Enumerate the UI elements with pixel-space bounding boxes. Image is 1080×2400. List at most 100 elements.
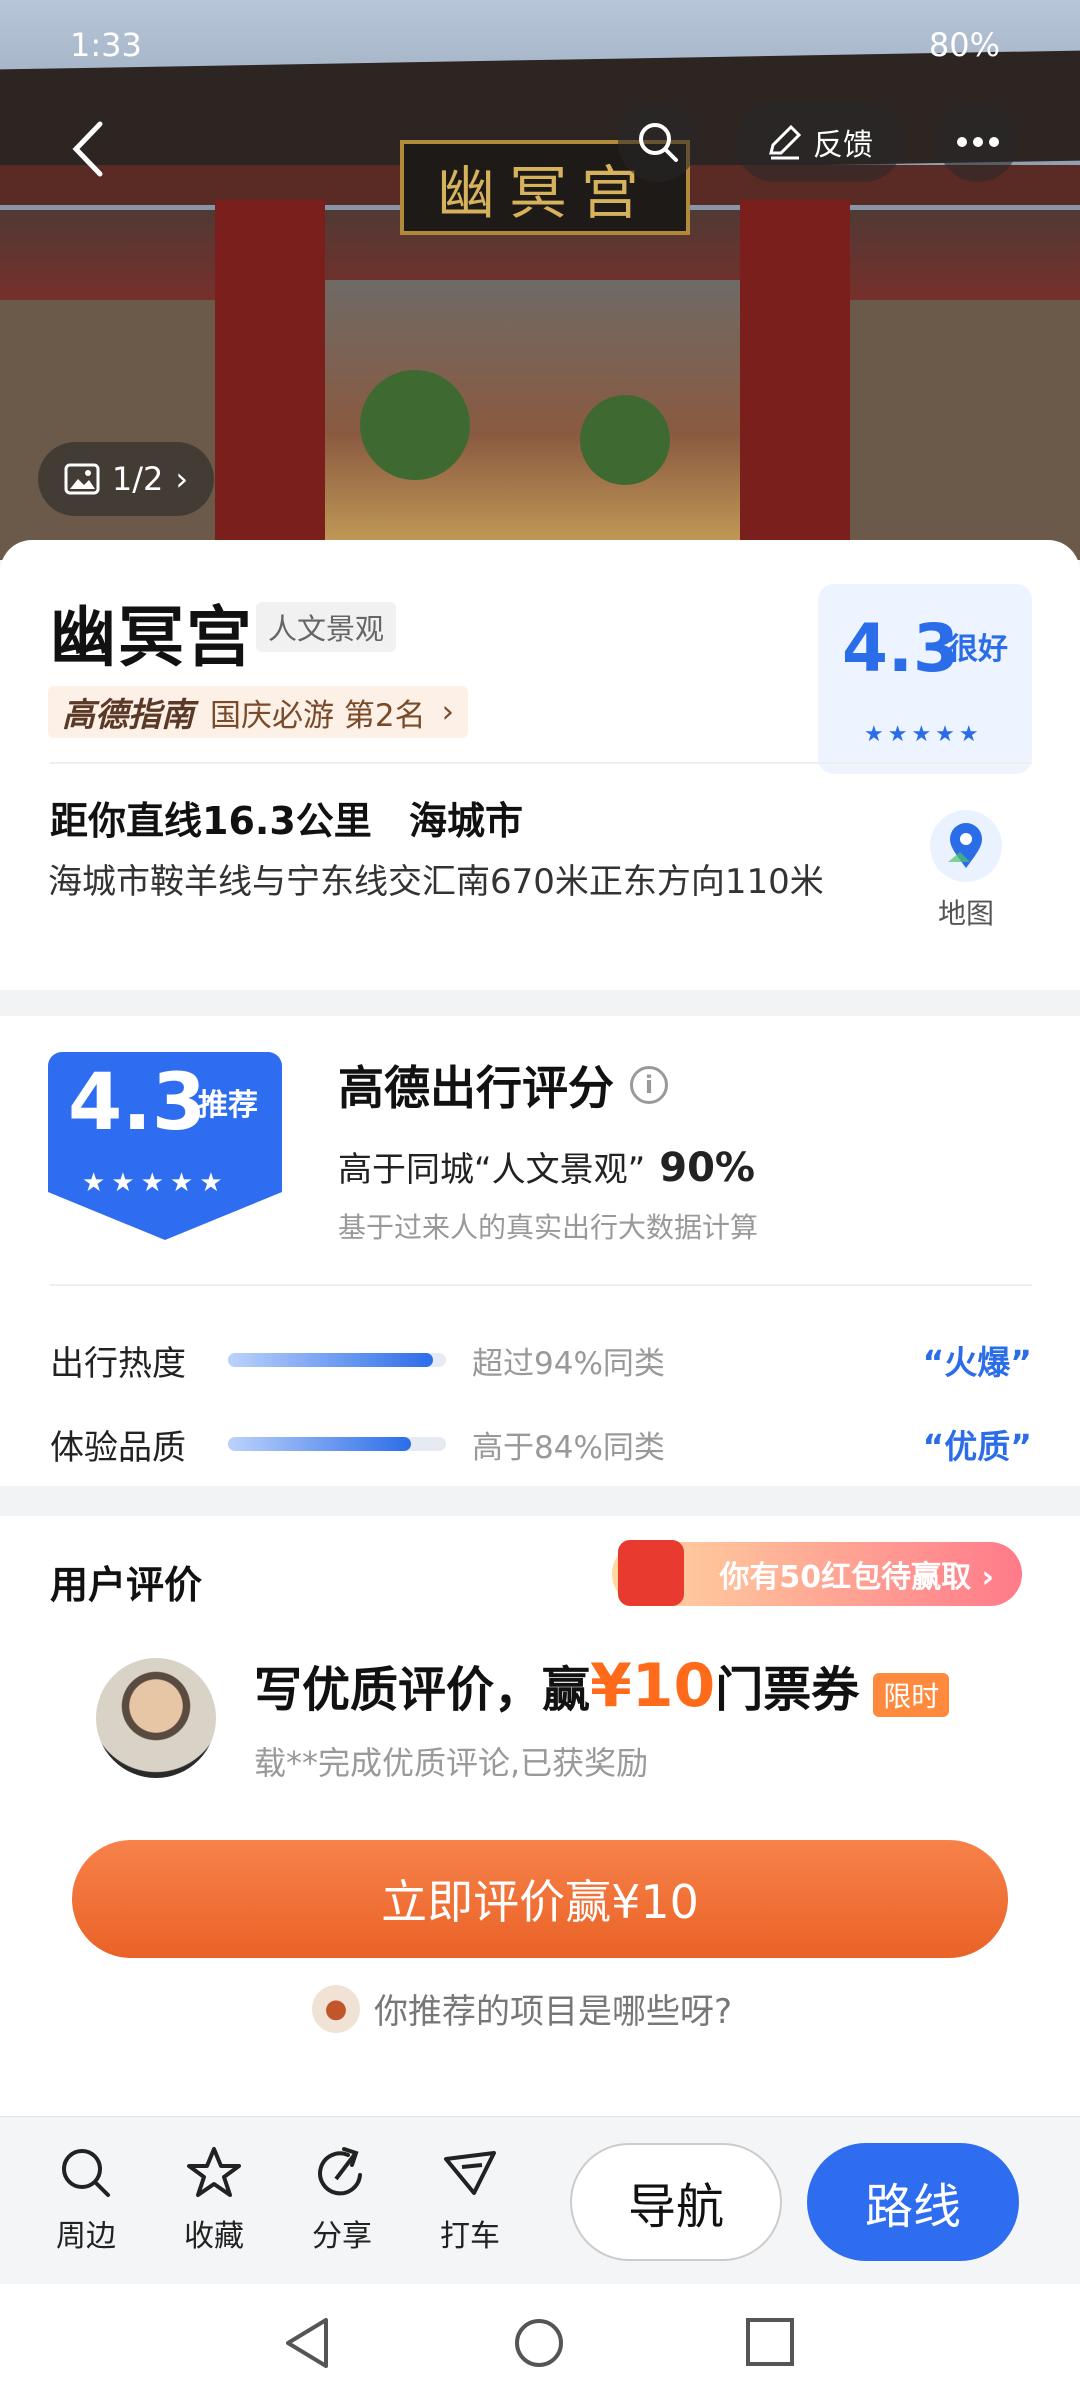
hero-tree: [580, 395, 670, 485]
nav-back-icon[interactable]: [282, 2316, 332, 2370]
chevron-right-icon: ›: [175, 460, 189, 498]
hero-wall-left: [0, 300, 215, 560]
city-text: 海城市: [409, 799, 524, 843]
rank-tag[interactable]: 高德指南 国庆必游 第2名 ›: [48, 686, 468, 738]
share-icon: [318, 2147, 362, 2196]
metric-bar-fill: [228, 1437, 412, 1451]
write-review-button[interactable]: 立即评价赢¥10: [72, 1840, 1008, 1958]
top-bar: 反馈: [0, 102, 1080, 192]
rank-text: 国庆必游 第2名: [210, 697, 426, 734]
badge-score: 4.3: [68, 1058, 207, 1148]
promo-amount: ¥10: [590, 1651, 716, 1721]
score-word: 很好: [948, 632, 1008, 667]
tool-label: 打车: [440, 2219, 500, 2254]
poi-title: 幽冥宫: [50, 599, 254, 676]
bottom-action-bar: 周边 收藏 分享 打车 导航 路线: [0, 2116, 1080, 2284]
system-nav-bar: [0, 2284, 1080, 2400]
metric-bar: [228, 1353, 446, 1367]
address-text: 海城市鞍羊线与宁东线交汇南670米正东方向110米: [48, 862, 824, 902]
status-battery: 80%: [928, 26, 1000, 64]
divider: [50, 1284, 1032, 1286]
badge-stars: ★★★★★: [82, 1168, 229, 1198]
search-button[interactable]: [618, 102, 698, 182]
image-icon: [64, 463, 100, 495]
red-packet-banner[interactable]: 你有50红包待赢取 ›: [612, 1540, 1022, 1606]
favorite-button[interactable]: 收藏: [164, 2145, 264, 2255]
metric-text: 高于84%同类: [472, 1429, 665, 1466]
photo-counter[interactable]: 1/2 ›: [38, 442, 214, 516]
reviews-section: 用户评价 你有50红包待赢取 › 写优质评价，赢 ¥10 门票券 限时 载**完…: [0, 1516, 1080, 2116]
tool-label: 分享: [312, 2219, 372, 2254]
search-icon: [62, 2149, 110, 2197]
distance-line: 距你直线16.3公里 海城市: [50, 790, 523, 845]
hero-pillar-left: [215, 200, 325, 560]
taxi-button[interactable]: 打车: [420, 2145, 520, 2255]
rating-compare: 高于同城“人文景观” 90%: [338, 1142, 755, 1191]
feedback-button[interactable]: 反馈: [735, 102, 903, 182]
taxi-icon: [444, 2151, 496, 2195]
compare-value: 90%: [659, 1145, 755, 1191]
status-time: 1:33: [70, 26, 142, 64]
badge-word: 推荐: [198, 1088, 258, 1123]
navigate-button[interactable]: 导航: [570, 2143, 782, 2261]
category-tag: 人文景观: [256, 602, 397, 652]
tool-label: 周边: [56, 2219, 116, 2254]
search-icon: [639, 123, 678, 162]
hero-tree: [360, 370, 470, 480]
more-dots-icon: [957, 137, 999, 147]
nav-home-icon[interactable]: [512, 2316, 566, 2370]
metric-bar-fill: [228, 1353, 433, 1367]
metric-bar: [228, 1437, 446, 1451]
back-button[interactable]: [58, 114, 128, 184]
metric-tag: “火爆”: [922, 1343, 1032, 1382]
red-packet-icon: [618, 1540, 684, 1606]
metric-label: 出行热度: [50, 1343, 186, 1384]
review-question[interactable]: ● 你推荐的项目是哪些呀?: [312, 1984, 732, 2033]
status-bar: 1:33 80%: [0, 0, 1080, 90]
info-icon[interactable]: i: [630, 1066, 668, 1104]
nav-recent-icon[interactable]: [744, 2316, 796, 2368]
hero-pillar-right: [740, 200, 850, 560]
route-button[interactable]: 路线: [807, 2143, 1019, 2261]
hero-photo[interactable]: 幽冥宫 1:33 80% 反馈 1/2 ›: [0, 0, 1080, 560]
promo-prefix: 写优质评价，赢: [254, 1662, 591, 1718]
distance-text: 距你直线16.3公里: [50, 799, 372, 843]
metric-tag: “优质”: [922, 1427, 1032, 1466]
promo-subtext: 载**完成优质评论,已获奖励: [254, 1744, 649, 1782]
score-box[interactable]: 4.3 很好 ★★★★★: [818, 584, 1032, 774]
review-promo: 写优质评价，赢 ¥10 门票券 限时: [254, 1650, 950, 1721]
rating-title-text: 高德出行评分: [338, 1061, 614, 1115]
compare-text: 高于同城“人文景观”: [338, 1150, 646, 1190]
metric-label: 体验品质: [50, 1427, 186, 1468]
limit-tag: 限时: [873, 1673, 950, 1717]
star-icon: [187, 2147, 241, 2197]
rating-badge: 4.3 推荐 ★★★★★: [48, 1052, 282, 1240]
map-label: 地图: [937, 897, 994, 930]
question-text: 你推荐的项目是哪些呀?: [374, 1992, 733, 2032]
promo-suffix: 门票券: [715, 1662, 860, 1718]
reviews-title: 用户评价: [50, 1563, 203, 1607]
hero-wall-right: [850, 300, 1080, 560]
question-avatar: ●: [312, 1984, 360, 2033]
rating-card: 4.3 推荐 ★★★★★ 高德出行评分 i 高于同城“人文景观” 90% 基于过…: [0, 1016, 1080, 1486]
divider: [50, 762, 1032, 764]
avatar: [96, 1658, 216, 1778]
score-value: 4.3: [842, 610, 959, 687]
poi-info-card: 幽冥宫 人文景观 高德指南 国庆必游 第2名 › 4.3 很好 ★★★★★ 距你…: [0, 540, 1080, 990]
score-stars: ★★★★★: [864, 722, 983, 747]
back-arrow-icon: [72, 121, 103, 177]
map-pin-icon: [930, 810, 1002, 882]
edit-icon: [769, 124, 802, 160]
rating-basis: 基于过来人的真实出行大数据计算: [338, 1211, 759, 1244]
rating-title: 高德出行评分 i: [338, 1052, 668, 1118]
chevron-right-icon: ›: [441, 694, 454, 730]
share-button[interactable]: 分享: [292, 2145, 392, 2255]
tool-label: 收藏: [184, 2219, 244, 2254]
map-button[interactable]: 地图: [925, 810, 1007, 932]
photo-count: 1/2: [111, 460, 164, 498]
feedback-label: 反馈: [813, 128, 873, 163]
more-button[interactable]: [938, 102, 1018, 182]
guide-logo: 高德指南: [62, 695, 194, 734]
metric-text: 超过94%同类: [472, 1345, 665, 1382]
nearby-button[interactable]: 周边: [36, 2145, 136, 2255]
